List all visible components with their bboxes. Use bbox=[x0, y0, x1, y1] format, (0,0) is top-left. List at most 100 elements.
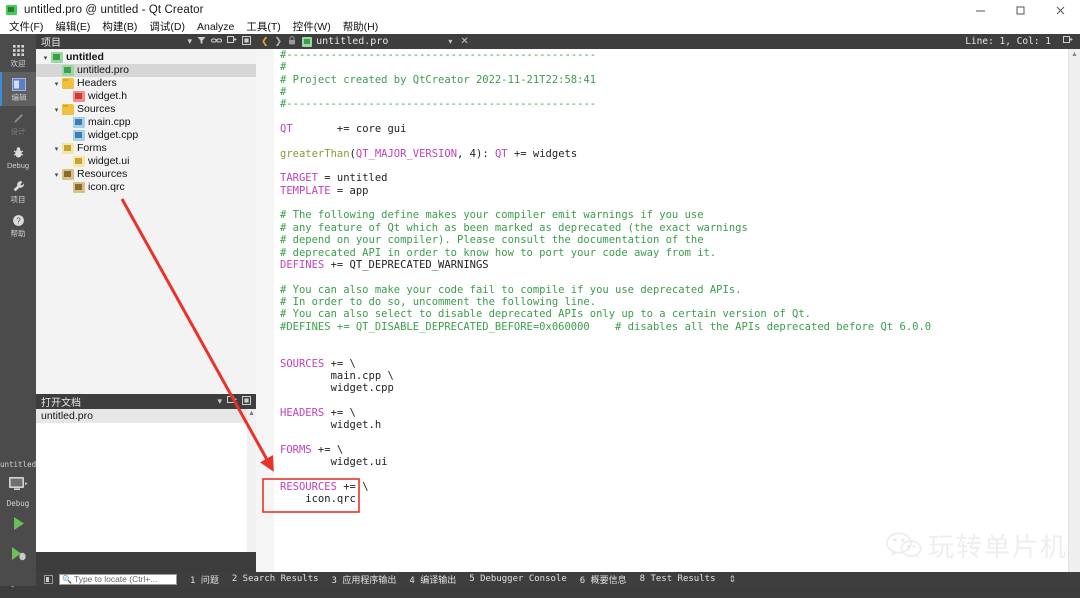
tree-item-untitled-pro[interactable]: untitled.pro bbox=[36, 64, 256, 77]
code-line[interactable]: 10 bbox=[256, 160, 1080, 172]
close-pane-icon[interactable] bbox=[242, 36, 251, 47]
filter-icon[interactable] bbox=[197, 36, 206, 47]
code-line[interactable]: 20# You can also make your code fail to … bbox=[256, 284, 1080, 296]
forward-icon[interactable]: ❯ bbox=[275, 36, 283, 47]
close-icon[interactable] bbox=[1040, 0, 1080, 20]
code-line[interactable]: 32 bbox=[256, 432, 1080, 444]
code-line[interactable]: 13 bbox=[256, 197, 1080, 209]
lock-icon[interactable] bbox=[288, 36, 296, 47]
code-line[interactable]: 15# any feature of Qt which as been mark… bbox=[256, 222, 1080, 234]
toggle-sidebar-icon[interactable] bbox=[44, 574, 53, 584]
tree-item-main-cpp[interactable]: main.cpp bbox=[36, 116, 256, 129]
code-line[interactable]: 29 bbox=[256, 395, 1080, 407]
close-pane-icon[interactable] bbox=[242, 396, 251, 407]
run-icon[interactable] bbox=[0, 508, 36, 538]
code-line[interactable]: 16# depend on your compiler). Please con… bbox=[256, 234, 1080, 246]
menu-item-debug[interactable]: 调试(D) bbox=[143, 20, 191, 34]
output-pane-app-output[interactable]: 3 应用程序输出 bbox=[332, 573, 397, 586]
code-line[interactable]: 18DEFINES += QT_DEPRECATED_WARNINGS bbox=[256, 259, 1080, 271]
project-tree[interactable]: ▾ untitled untitled.pro ▾ Headers widget… bbox=[36, 49, 256, 411]
code-line[interactable]: 9greaterThan(QT_MAJOR_VERSION, 4): QT +=… bbox=[256, 148, 1080, 160]
chevron-down-icon[interactable]: ▾ bbox=[187, 37, 192, 46]
code-line[interactable]: 22# You can also select to disable depre… bbox=[256, 308, 1080, 320]
code-line[interactable]: 28 widget.cpp bbox=[256, 382, 1080, 394]
open-documents-scrollbar[interactable]: ▲ bbox=[247, 409, 256, 552]
scroll-up-icon[interactable]: ▲ bbox=[1069, 49, 1080, 60]
split-editor-icon[interactable] bbox=[1063, 36, 1073, 47]
output-pane-tests[interactable]: 8 Test Results bbox=[640, 574, 716, 584]
code-line[interactable]: 2# bbox=[256, 61, 1080, 73]
tree-item-resources[interactable]: ▾ Resources bbox=[36, 168, 256, 181]
code-line[interactable]: 1#--------------------------------------… bbox=[256, 49, 1080, 61]
close-icon[interactable]: ✕ bbox=[460, 36, 468, 47]
chevron-down-icon[interactable]: ▾ bbox=[51, 145, 62, 153]
menu-item-tools[interactable]: 工具(T) bbox=[240, 20, 286, 34]
tree-item-widget-h[interactable]: widget.h bbox=[36, 90, 256, 103]
chevron-down-icon[interactable]: ▾ bbox=[448, 37, 452, 46]
code-line[interactable]: 27 main.cpp \ bbox=[256, 370, 1080, 382]
code-line[interactable]: 8 bbox=[256, 135, 1080, 147]
output-pane-toggle-icon[interactable]: ⇕ bbox=[728, 574, 736, 585]
code-line[interactable]: 36RESOURCES += \ bbox=[256, 481, 1080, 493]
open-document-item[interactable]: untitled.pro bbox=[36, 409, 256, 423]
menu-item-build[interactable]: 构建(B) bbox=[96, 20, 143, 34]
code-line[interactable]: 12TEMPLATE = app bbox=[256, 185, 1080, 197]
code-line[interactable]: 33FORMS += \ bbox=[256, 444, 1080, 456]
output-pane-debugger[interactable]: 5 Debugger Console bbox=[469, 574, 567, 584]
mode-item-edit[interactable]: 编辑 bbox=[0, 72, 36, 106]
code-line[interactable]: 38 bbox=[256, 506, 1080, 518]
code-line[interactable]: 23#DEFINES += QT_DISABLE_DEPRECATED_BEFO… bbox=[256, 321, 1080, 333]
maximize-icon[interactable] bbox=[1000, 0, 1040, 20]
mode-item-design[interactable]: 设计 bbox=[0, 106, 36, 140]
chevron-down-icon[interactable]: ▾ bbox=[51, 106, 62, 114]
mode-item-welcome[interactable]: 欢迎 bbox=[0, 38, 36, 72]
tree-item-widget-ui[interactable]: widget.ui bbox=[36, 155, 256, 168]
code-lines[interactable]: 1#--------------------------------------… bbox=[256, 49, 1080, 567]
code-line[interactable]: 21# In order to do so, uncomment the fol… bbox=[256, 296, 1080, 308]
tree-item-forms[interactable]: ▾ Forms bbox=[36, 142, 256, 155]
chevron-down-icon[interactable]: ▾ bbox=[51, 171, 62, 179]
code-line[interactable]: 31 widget.h bbox=[256, 419, 1080, 431]
chevron-down-icon[interactable]: ▾ bbox=[51, 80, 62, 88]
minimize-icon[interactable] bbox=[960, 0, 1000, 20]
code-line[interactable]: 17# deprecated API in order to know how … bbox=[256, 247, 1080, 259]
open-documents-list[interactable]: untitled.pro ▲ bbox=[36, 409, 256, 552]
menu-item-file[interactable]: 文件(F) bbox=[3, 20, 49, 34]
mode-item-help[interactable]: ? 帮助 bbox=[0, 208, 36, 242]
mode-item-debug[interactable]: Debug bbox=[0, 140, 36, 174]
code-line[interactable]: 34 widget.ui bbox=[256, 456, 1080, 468]
back-icon[interactable]: ❮ bbox=[261, 36, 269, 47]
code-line[interactable]: 30HEADERS += \ bbox=[256, 407, 1080, 419]
code-line[interactable]: 24 bbox=[256, 333, 1080, 345]
search-input[interactable]: 🔍 Type to locate (Ctrl+... bbox=[59, 573, 177, 585]
code-line[interactable]: 14# The following define makes your comp… bbox=[256, 209, 1080, 221]
menu-item-analyze[interactable]: Analyze bbox=[191, 20, 240, 34]
menu-item-window[interactable]: 控件(W) bbox=[287, 20, 337, 34]
code-line[interactable]: 7QT += core gui bbox=[256, 123, 1080, 135]
code-line[interactable]: 5#--------------------------------------… bbox=[256, 98, 1080, 110]
output-pane-search[interactable]: 2 Search Results bbox=[232, 574, 319, 584]
mode-item-projects[interactable]: 项目 bbox=[0, 174, 36, 208]
chevron-down-icon[interactable]: ▾ bbox=[217, 397, 222, 406]
tree-item-sources[interactable]: ▾ Sources bbox=[36, 103, 256, 116]
menu-item-help[interactable]: 帮助(H) bbox=[337, 20, 385, 34]
code-editor[interactable]: 1#--------------------------------------… bbox=[256, 49, 1080, 586]
tree-item-icon-qrc[interactable]: icon.qrc bbox=[36, 181, 256, 194]
code-line[interactable]: 4# bbox=[256, 86, 1080, 98]
code-line[interactable]: 35 bbox=[256, 469, 1080, 481]
run-debug-icon[interactable] bbox=[0, 538, 36, 568]
tree-item-untitled[interactable]: ▾ untitled bbox=[36, 51, 256, 64]
code-line[interactable]: 19 bbox=[256, 271, 1080, 283]
kit-monitor-icon[interactable] bbox=[0, 469, 36, 499]
output-pane-compile[interactable]: 4 编译输出 bbox=[409, 573, 456, 586]
chevron-down-icon[interactable]: ▾ bbox=[40, 54, 51, 62]
link-icon[interactable] bbox=[211, 36, 222, 47]
code-line[interactable]: 3# Project created by QtCreator 2022-11-… bbox=[256, 74, 1080, 86]
output-pane-overview[interactable]: 6 概要信息 bbox=[580, 573, 627, 586]
editor-tab-label[interactable]: untitled.pro bbox=[316, 36, 388, 47]
code-line[interactable]: 11TARGET = untitled bbox=[256, 172, 1080, 184]
editor-scrollbar[interactable]: ▲ ▼ bbox=[1068, 49, 1080, 586]
scroll-up-icon[interactable]: ▲ bbox=[247, 409, 256, 418]
split-icon[interactable] bbox=[227, 396, 237, 407]
code-line[interactable]: 37 icon.qrc bbox=[256, 493, 1080, 505]
